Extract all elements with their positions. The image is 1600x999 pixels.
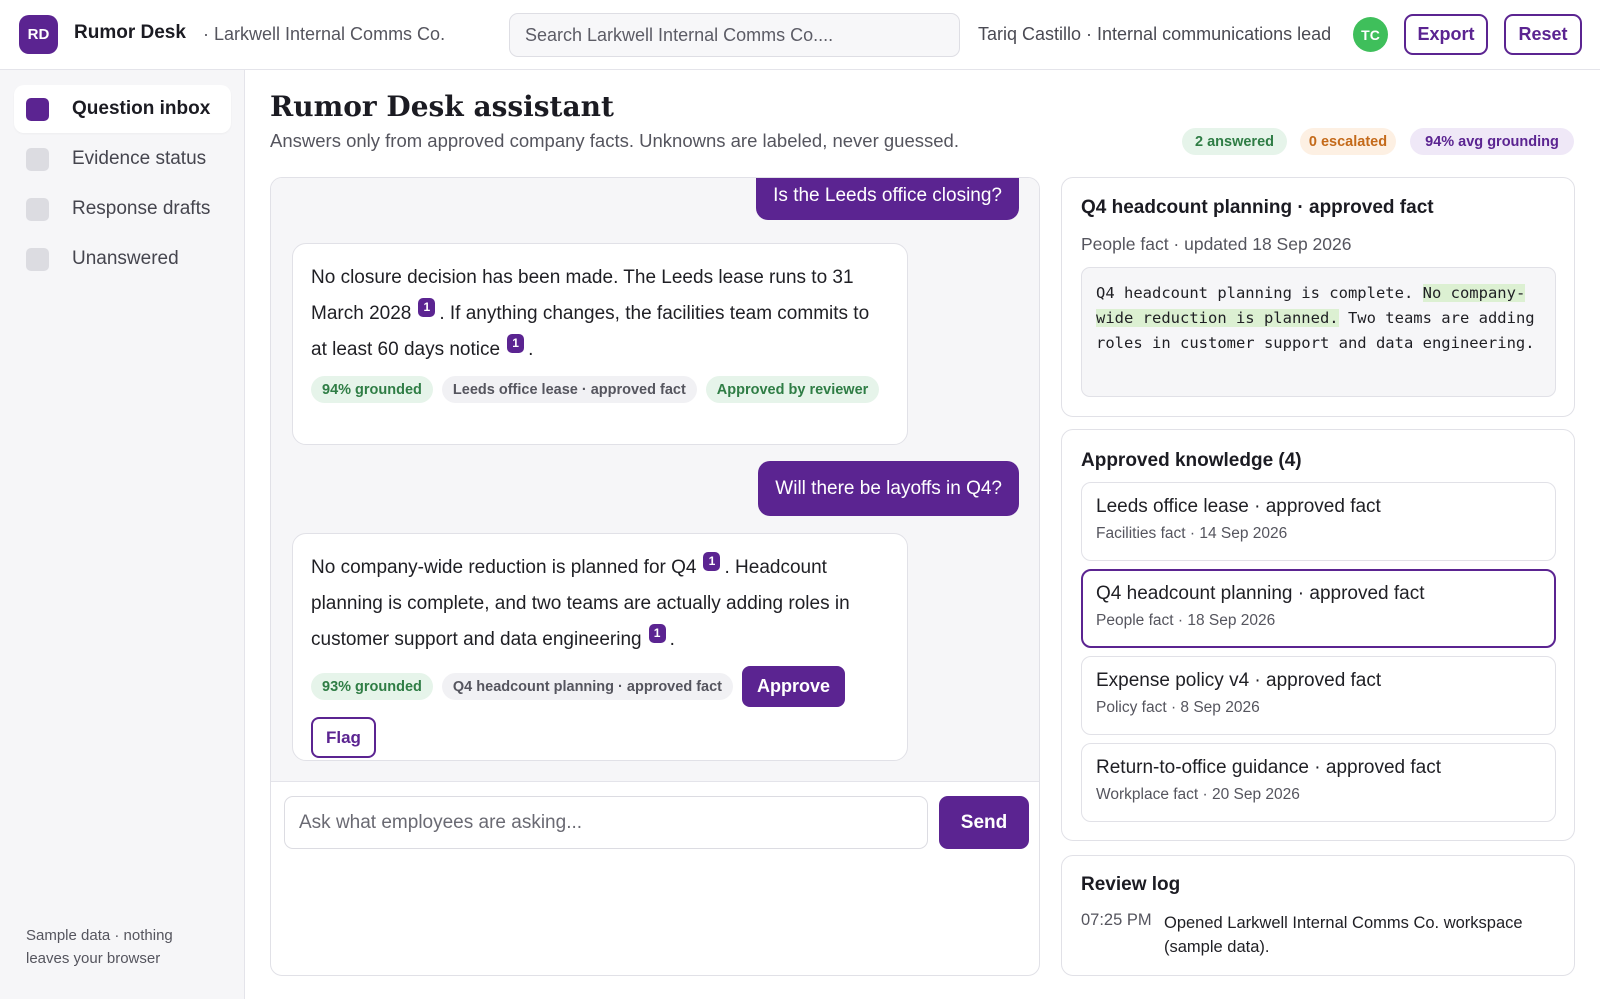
composer[interactable] — [284, 796, 928, 849]
answer-segment: . — [669, 629, 675, 650]
sidebar-footer-note: Sample data · nothing leaves your browse… — [26, 927, 173, 967]
sidebar: Question inbox Evidence status Response … — [0, 70, 245, 999]
user-question-bubble: Will there be layoffs in Q4? — [758, 461, 1019, 516]
drafts-icon — [26, 197, 49, 221]
sidebar-item-label: Response drafts — [72, 198, 211, 219]
app-logo: RD — [19, 15, 58, 54]
user-question-bubble: Is the Leeds office closing? — [756, 178, 1019, 220]
unanswered-icon — [26, 247, 49, 271]
export-button[interactable]: Export — [1404, 14, 1488, 55]
approved-knowledge-panel: Approved knowledge (4) Leeds office leas… — [1061, 429, 1575, 841]
review-log-panel: Review log 07:25 PM Opened Larkwell Inte… — [1061, 855, 1575, 976]
log-entry-text: Opened Larkwell Internal Comms Co. works… — [1164, 914, 1523, 956]
inbox-icon — [26, 97, 49, 121]
knowledge-item-name: Return-to-office guidance · approved fac… — [1096, 757, 1442, 778]
knowledge-item[interactable]: Expense policy v4 · approved fact Policy… — [1081, 656, 1556, 735]
org-name: · Larkwell Internal Comms Co. — [203, 24, 446, 44]
knowledge-item-meta: Policy fact · 8 Sep 2026 — [1096, 699, 1260, 716]
evidence-icon — [26, 147, 49, 171]
fact-text: Q4 headcount planning is complete. — [1096, 284, 1423, 302]
fact-detail-card: Q4 headcount planning · approved fact Pe… — [1061, 177, 1575, 417]
knowledge-item-selected[interactable]: Q4 headcount planning · approved fact Pe… — [1081, 569, 1556, 648]
answered-count-badge: 2 answered — [1182, 128, 1287, 155]
citation-marker[interactable]: 1 — [648, 624, 666, 643]
knowledge-title: Approved knowledge (4) — [1081, 450, 1302, 471]
message-input[interactable] — [285, 797, 927, 848]
sidebar-item-label: Evidence status — [72, 148, 207, 169]
sidebar-item-unanswered[interactable]: Unanswered — [14, 235, 231, 283]
top-bar: RD Rumor Desk · Larkwell Internal Comms … — [0, 0, 1600, 70]
sidebar-item-evidence-status[interactable]: Evidence status — [14, 135, 231, 183]
grounding-score-chip: 94% grounded — [311, 376, 433, 403]
avatar[interactable]: TC — [1353, 17, 1388, 52]
knowledge-item[interactable]: Leeds office lease · approved fact Facil… — [1081, 482, 1556, 561]
knowledge-item-name: Q4 headcount planning · approved fact — [1096, 583, 1425, 604]
flag-button[interactable]: Flag — [311, 717, 376, 758]
assistant-answer-text: No closure decision has been made. The L… — [311, 260, 889, 368]
approve-button[interactable]: Approve — [742, 666, 846, 707]
send-button[interactable]: Send — [939, 796, 1029, 849]
answer-segment: No company-wide reduction is planned for… — [311, 557, 697, 578]
sidebar-item-label: Unanswered — [72, 248, 179, 269]
search-input[interactable] — [510, 14, 959, 56]
knowledge-item-meta: Workplace fact · 20 Sep 2026 — [1096, 786, 1300, 803]
sidebar-item-label: Question inbox — [72, 98, 211, 119]
grounding-score-chip: 93% grounded — [311, 673, 433, 700]
knowledge-item-meta: People fact · 18 Sep 2026 — [1096, 612, 1276, 629]
fact-title: Q4 headcount planning · approved fact — [1081, 197, 1434, 218]
knowledge-item-meta: Facilities fact · 14 Sep 2026 — [1096, 525, 1288, 542]
app-name: Rumor Desk — [74, 22, 186, 43]
citation-marker[interactable]: 1 — [507, 334, 525, 353]
chat-thread[interactable]: Is the Leeds office closing? No closure … — [271, 178, 1039, 782]
user-label: Tariq Castillo · Internal communications… — [978, 24, 1332, 44]
search-box[interactable] — [509, 13, 960, 57]
assistant-answer-text: No company-wide reduction is planned for… — [311, 550, 889, 658]
log-entry-time: 07:25 PM — [1081, 911, 1152, 929]
grounding-badge: 94% avg grounding — [1410, 128, 1574, 155]
chat-panel: Is the Leeds office closing? No closure … — [270, 177, 1040, 976]
source-chip[interactable]: Q4 headcount planning · approved fact — [441, 673, 733, 700]
page-title: Rumor Desk assistant — [270, 90, 614, 123]
escalated-count-badge: 0 escalated — [1300, 128, 1396, 155]
sidebar-item-question-inbox[interactable]: Question inbox — [14, 85, 231, 133]
review-log-title: Review log — [1081, 874, 1181, 895]
knowledge-item-name: Expense policy v4 · approved fact — [1096, 670, 1382, 691]
sidebar-item-response-drafts[interactable]: Response drafts — [14, 185, 231, 233]
fact-body: Q4 headcount planning is complete. No co… — [1081, 267, 1556, 397]
citation-marker[interactable]: 1 — [418, 298, 436, 317]
citation-marker[interactable]: 1 — [703, 552, 721, 571]
source-chip[interactable]: Leeds office lease · approved fact — [441, 376, 697, 403]
fact-meta: People fact · updated 18 Sep 2026 — [1081, 234, 1352, 254]
reset-button[interactable]: Reset — [1504, 14, 1582, 55]
answer-segment: . — [528, 339, 534, 360]
assistant-answer-card: No company-wide reduction is planned for… — [292, 533, 908, 761]
knowledge-item-name: Leeds office lease · approved fact — [1096, 496, 1381, 517]
knowledge-item[interactable]: Return-to-office guidance · approved fac… — [1081, 743, 1556, 822]
assistant-answer-card: No closure decision has been made. The L… — [292, 243, 908, 445]
approval-status-chip: Approved by reviewer — [705, 376, 880, 403]
page-subtitle: Answers only from approved company facts… — [270, 130, 959, 151]
